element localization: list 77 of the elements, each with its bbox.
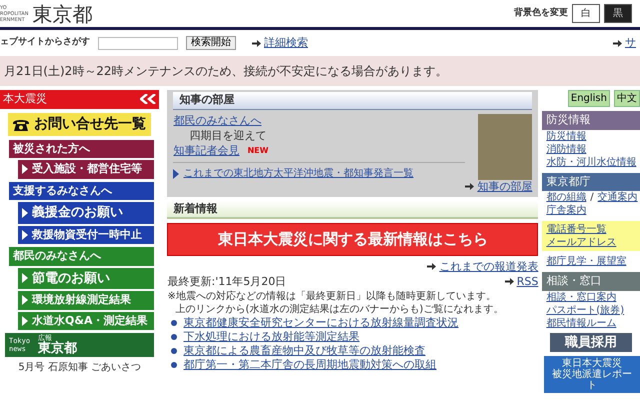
menu-button[interactable]: 環境放射線測定結果 — [18, 291, 154, 310]
section-title: 本大震災 — [3, 91, 47, 107]
arrow-icon — [465, 183, 474, 190]
link[interactable]: 電話番号一覧 — [546, 224, 606, 235]
panel-title: 知事の部屋 — [173, 92, 532, 110]
color-button[interactable]: 白 — [572, 4, 600, 23]
bullet-icon — [171, 362, 178, 368]
search-label: ェブサイトからさがす — [0, 36, 90, 50]
link[interactable]: 庁舎案内 — [546, 205, 586, 216]
link[interactable]: 防災情報 — [546, 130, 586, 142]
telephone-icon — [12, 118, 30, 130]
link[interactable]: これまでの東北地方太平洋沖地震・都知事発言一覧 — [183, 167, 414, 181]
link[interactable]: 詳細検索 — [264, 34, 308, 52]
section-heading: 防災情報 — [542, 111, 640, 130]
link[interactable]: メールアドレス — [546, 237, 616, 248]
section-title: 新着情報 — [167, 200, 538, 219]
separator: / — [590, 191, 594, 204]
notice-banner: 月21日(土)2時～22時メンテナンスのため、接続が不安定になる場合があります。 — [0, 56, 640, 86]
link[interactable]: 知事記者会見 — [173, 144, 240, 158]
search-field[interactable] — [98, 36, 178, 50]
search-button[interactable]: 検索開始 — [186, 36, 236, 50]
arrow-icon — [252, 40, 261, 46]
banner-title: 東京都 — [38, 342, 78, 356]
color-button[interactable]: 黒 — [604, 4, 632, 23]
arrow-icon — [504, 278, 514, 286]
link[interactable]: 水防・河川水位情報 — [546, 156, 636, 168]
menu-button[interactable]: 節電のお願い — [18, 268, 154, 289]
link[interactable]: 都民のみなさんへ — [173, 114, 262, 128]
link[interactable]: 都庁見学・展望室 — [546, 256, 626, 267]
section-heading: 相談・窓口 — [542, 272, 640, 290]
link[interactable]: これまでの報道発表 — [439, 260, 538, 274]
arrow-icon — [613, 40, 622, 46]
triangle-icon — [22, 316, 28, 326]
news-banner[interactable]: 東日本大震災に関する最新情報はこちら — [167, 223, 538, 256]
link[interactable]: サ — [625, 34, 636, 52]
language-button[interactable]: English — [568, 90, 610, 107]
link[interactable]: 都民情報ルーム — [546, 318, 616, 328]
link[interactable]: 相談・窓口案内 — [546, 292, 616, 302]
link[interactable]: 交通案内 — [598, 191, 638, 204]
link[interactable]: 下水処理における放射能等測定結果 — [183, 330, 360, 344]
contact-button[interactable]: お問い合せ先一覧 — [8, 112, 152, 136]
section-heading: 東京都庁 — [542, 172, 640, 191]
text: 四期目を迎えて — [189, 128, 266, 144]
note: ※地震への対応などの情報は「最終更新日」以降も随時更新しています。 — [167, 290, 497, 303]
link[interactable]: 東京都健康安全研究センターにおける放射線量調査状況 — [183, 316, 458, 330]
triangle-icon — [22, 273, 28, 284]
triangle-icon — [173, 169, 180, 179]
bullet-icon — [171, 334, 178, 340]
triangle-icon — [22, 208, 28, 218]
new-label: NEW — [247, 145, 268, 157]
menu-button[interactable]: 受入施設・都営住宅等 — [18, 160, 154, 178]
logo-title: 東京都 — [32, 4, 92, 24]
triangle-icon — [22, 164, 28, 174]
link[interactable]: 都の組織 — [546, 191, 586, 204]
menu-button[interactable]: 水道水Q&A・測定結果 — [18, 312, 154, 330]
triangle-icon — [22, 230, 28, 240]
double-chevron-icon[interactable] — [140, 94, 156, 104]
recruit-banner[interactable]: 職員採用 — [550, 332, 632, 352]
arrow-icon — [427, 263, 436, 270]
link[interactable]: RSS — [516, 274, 538, 289]
label: 背景色を変更 — [514, 6, 568, 20]
link[interactable]: 知事の部屋 — [477, 180, 532, 194]
menu-button[interactable]: 義援金のお願い — [18, 202, 154, 224]
link[interactable]: 都庁第一・第二本庁舎の長周期地震動対策への取組 — [183, 358, 436, 372]
last-updated: 最終更新:'11年5月20日 — [167, 274, 286, 290]
photo-placeholder — [478, 114, 532, 180]
bullet-icon — [171, 320, 178, 326]
bullet-icon — [171, 348, 178, 354]
report-banner[interactable]: 東日本大震災 被災地派遣レポート — [544, 356, 640, 393]
language-button[interactable]: 中文 — [614, 90, 640, 107]
menu-button[interactable]: 救援物資受付一時中止 — [18, 226, 154, 244]
link[interactable]: 消防情報 — [546, 144, 586, 154]
banner-caption: 5月号 石原知事 ごあいさつ — [17, 360, 142, 375]
link[interactable]: パスポート(旅券) — [546, 304, 624, 316]
link[interactable]: 東京都による農畜産物中及び牧草等の放射能検査 — [183, 344, 426, 358]
triangle-icon — [22, 295, 28, 306]
note: 上のリンクから(水道水の測定結果は左のバナーからも)ご覧になれます。 — [175, 303, 504, 316]
